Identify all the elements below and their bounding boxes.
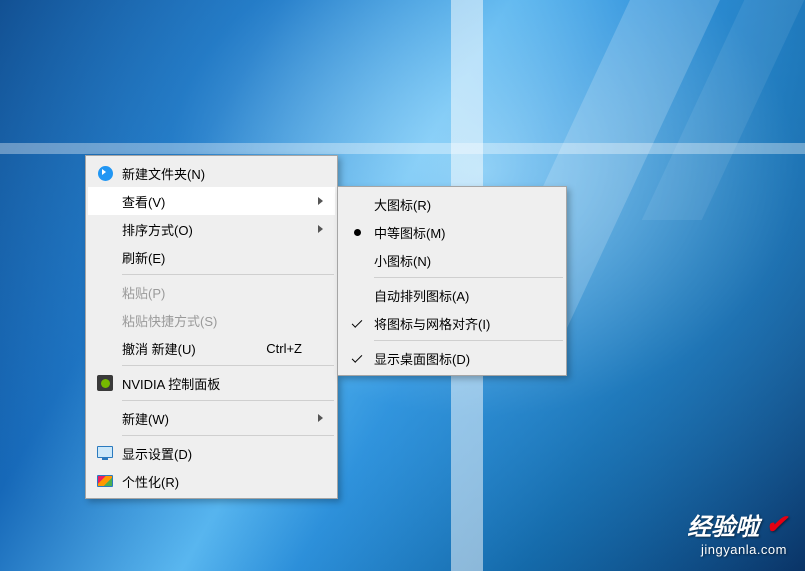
menu-item-refresh[interactable]: 刷新(E) [88,243,335,271]
menu-label: 粘贴(P) [122,283,302,302]
menu-label: 自动排列图标(A) [374,286,531,305]
menu-item-auto-arrange[interactable]: 自动排列图标(A) [340,281,564,309]
menu-item-show-desktop-icons[interactable]: 显示桌面图标(D) [340,344,564,372]
watermark: 经验啦 ✔ jingyanla.com [687,507,787,557]
menu-item-large-icons[interactable]: 大图标(R) [340,190,564,218]
menu-label: 显示设置(D) [122,444,302,463]
menu-shortcut: Ctrl+Z [266,341,302,356]
menu-item-nvidia[interactable]: NVIDIA 控制面板 [88,369,335,397]
radio-selected-icon [348,223,366,241]
menu-label: 中等图标(M) [374,223,531,242]
submenu-arrow-icon [318,414,323,422]
menu-item-paste-shortcut: 粘贴快捷方式(S) [88,306,335,334]
check-icon [348,314,366,332]
display-icon [96,444,114,462]
menu-item-new-folder[interactable]: 新建文件夹(N) [88,159,335,187]
menu-label: 排序方式(O) [122,220,302,239]
menu-separator [374,340,563,341]
menu-item-new[interactable]: 新建(W) [88,404,335,432]
menu-label: 新建(W) [122,409,302,428]
menu-item-small-icons[interactable]: 小图标(N) [340,246,564,274]
menu-item-personalize[interactable]: 个性化(R) [88,467,335,495]
menu-label: NVIDIA 控制面板 [122,374,302,393]
menu-label: 刷新(E) [122,248,302,267]
menu-item-paste: 粘贴(P) [88,278,335,306]
menu-label: 个性化(R) [122,472,302,491]
menu-label: 小图标(N) [374,251,531,270]
menu-separator [122,435,334,436]
menu-item-undo[interactable]: 撤消 新建(U) Ctrl+Z [88,334,335,362]
menu-label: 大图标(R) [374,195,531,214]
check-icon [348,349,366,367]
menu-label: 粘贴快捷方式(S) [122,311,302,330]
desktop-context-menu: 新建文件夹(N) 查看(V) 排序方式(O) 刷新(E) 粘贴(P) 粘贴快捷方… [85,155,338,499]
menu-separator [122,400,334,401]
menu-item-align-grid[interactable]: 将图标与网格对齐(I) [340,309,564,337]
checkmark-icon: ✔ [765,509,787,540]
personalize-icon [96,472,114,490]
menu-separator [374,277,563,278]
view-submenu: 大图标(R) 中等图标(M) 小图标(N) 自动排列图标(A) 将图标与网格对齐… [337,186,567,376]
menu-separator [122,274,334,275]
menu-label: 显示桌面图标(D) [374,349,531,368]
nvidia-icon [96,374,114,392]
menu-label: 新建文件夹(N) [122,164,302,183]
menu-separator [122,365,334,366]
menu-item-view[interactable]: 查看(V) [88,187,335,215]
menu-item-medium-icons[interactable]: 中等图标(M) [340,218,564,246]
menu-label: 撤消 新建(U) [122,339,246,358]
new-folder-icon [96,164,114,182]
watermark-url: jingyanla.com [687,542,787,557]
menu-label: 查看(V) [122,192,302,211]
submenu-arrow-icon [318,225,323,233]
submenu-arrow-icon [318,197,323,205]
menu-label: 将图标与网格对齐(I) [374,314,531,333]
watermark-title: 经验啦 [687,507,759,542]
menu-item-display-settings[interactable]: 显示设置(D) [88,439,335,467]
menu-item-sort[interactable]: 排序方式(O) [88,215,335,243]
